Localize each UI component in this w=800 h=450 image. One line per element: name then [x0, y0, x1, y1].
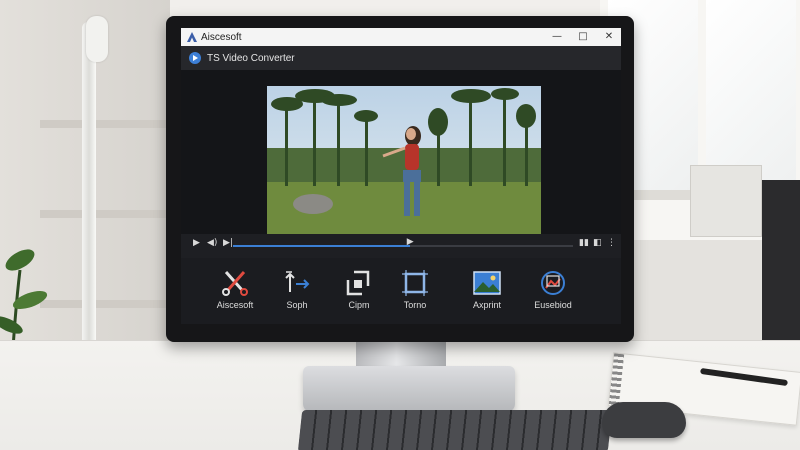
refresh-image-icon — [541, 271, 565, 295]
close-button[interactable]: ✕ — [601, 29, 617, 45]
seek-play-marker[interactable]: ▶ — [407, 237, 414, 247]
frame-icon — [402, 270, 428, 296]
app-window: Aiscesoft — □ ✕ TS Video Converter ▶ ◀) … — [181, 28, 621, 324]
brand-logo-icon — [187, 32, 197, 42]
settings-icon[interactable]: ▮▮ — [579, 238, 589, 248]
tool-watermark[interactable]: Axprint — [457, 270, 517, 320]
monitor-stand-base — [303, 366, 515, 412]
dark-speaker — [762, 180, 800, 350]
window-title: Aiscesoft — [201, 31, 242, 43]
tool-label: Axprint — [472, 300, 501, 310]
floor-lamp-head — [86, 16, 108, 62]
edit-toolbar: Aiscesoft Soph Cipm Torno Axprint Eusebi… — [181, 258, 621, 324]
maximize-button[interactable]: □ — [575, 29, 591, 45]
tool-crop[interactable]: Cipm — [329, 270, 389, 320]
app-title: TS Video Converter — [207, 52, 295, 64]
landscape-image-icon — [473, 271, 501, 295]
tool-label: Torno — [403, 300, 427, 310]
tool-trim[interactable]: Aiscesoft — [205, 270, 265, 320]
video-player[interactable] — [181, 70, 621, 254]
more-icon[interactable]: ⋮ — [607, 238, 616, 248]
seek-bar[interactable] — [233, 245, 573, 247]
tool-sort[interactable]: Soph — [267, 270, 327, 320]
shelf-board — [40, 210, 170, 218]
mouse — [602, 402, 686, 438]
tool-label: Aiscesoft — [216, 300, 254, 310]
next-frame-button[interactable]: ▶| — [223, 238, 233, 248]
sort-arrows-icon — [285, 271, 310, 292]
tool-label: Eusebiod — [534, 300, 572, 310]
app-play-icon — [189, 52, 201, 64]
play-button[interactable]: ▶ — [193, 238, 200, 248]
seek-progress — [233, 245, 410, 247]
crop-corners-icon — [346, 270, 370, 296]
window-pane — [706, 0, 796, 190]
storage-boxes — [690, 165, 762, 237]
scissors-icon — [222, 271, 248, 296]
tool-enhance[interactable]: Eusebiod — [523, 270, 583, 320]
minimize-button[interactable]: — — [549, 29, 565, 45]
tool-label: Cipm — [348, 300, 370, 310]
tool-label: Soph — [286, 300, 308, 310]
app-header: TS Video Converter — [181, 46, 621, 71]
fullscreen-icon[interactable]: ◧ — [593, 238, 602, 248]
office-scene: Aiscesoft — □ ✕ TS Video Converter ▶ ◀) … — [0, 0, 800, 450]
tool-frame[interactable]: Torno — [385, 270, 445, 320]
floor-lamp-pole — [82, 22, 96, 382]
video-preview[interactable] — [267, 86, 541, 244]
playback-controls: ▶ ◀) ▶| ▶ ▮▮ ◧ ⋮ — [181, 234, 621, 256]
window-titlebar: Aiscesoft — □ ✕ — [181, 28, 621, 46]
volume-icon[interactable]: ◀) — [207, 238, 217, 248]
shelf-board — [40, 120, 170, 128]
keyboard — [297, 410, 613, 450]
